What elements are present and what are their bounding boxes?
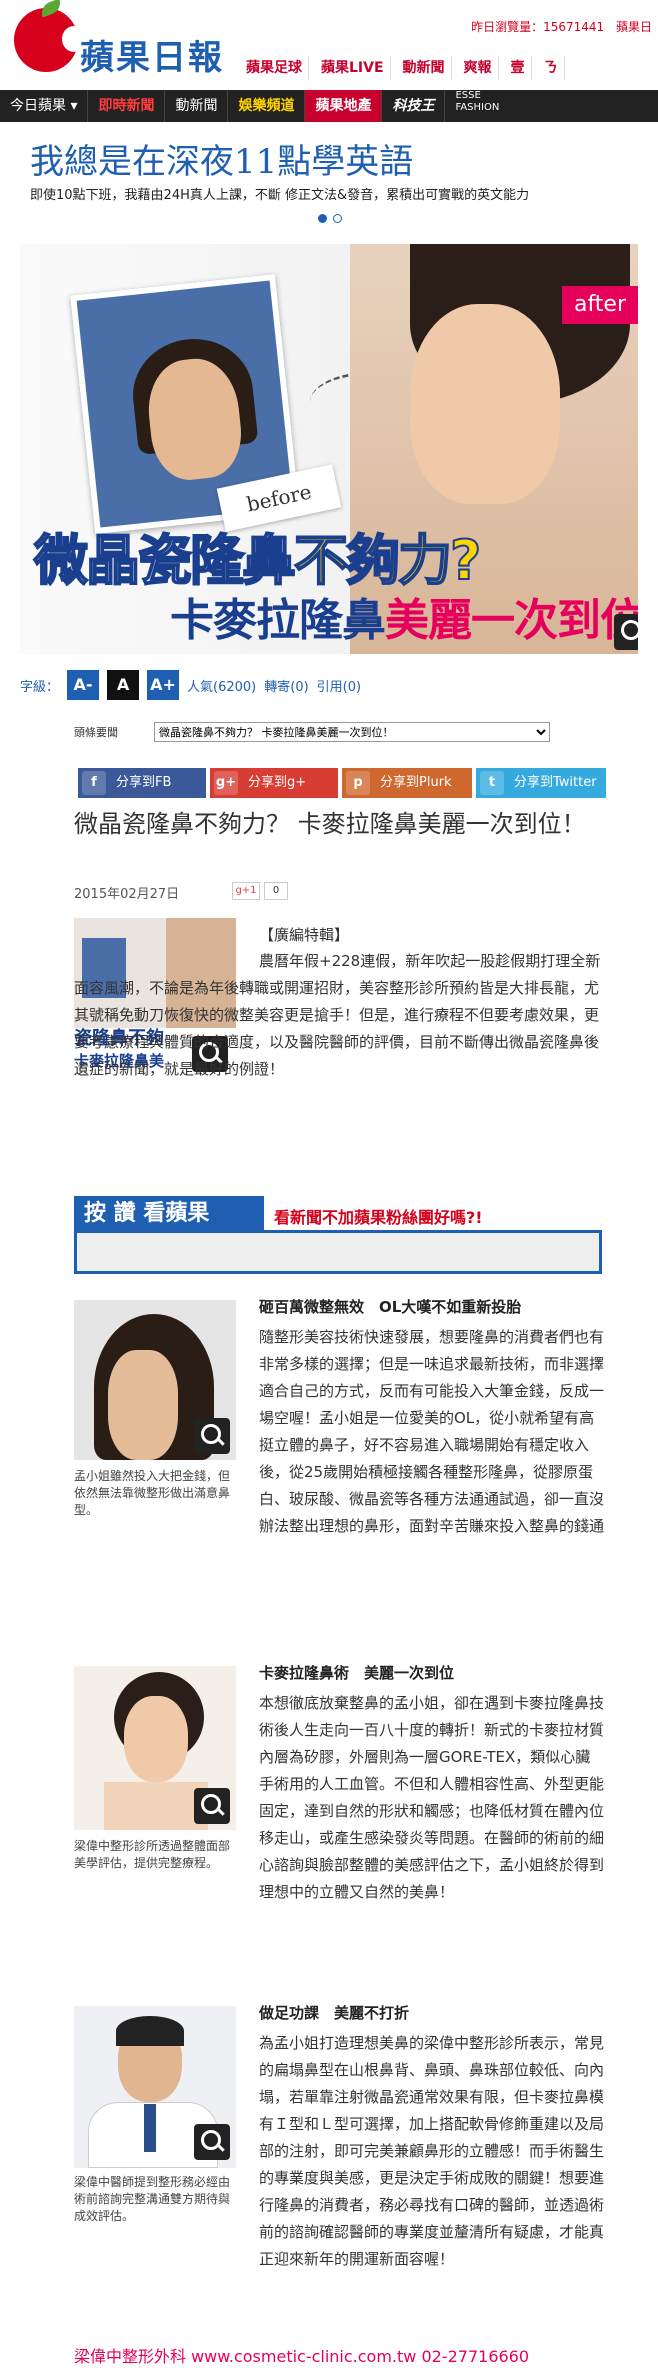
like-apple-text[interactable]: 看新聞不加蘋果粉絲團好嗎?!: [274, 1204, 483, 1228]
plurk-icon: p: [346, 771, 370, 795]
zoom-icon[interactable]: [194, 1418, 230, 1454]
photo-caption-1: 孟小姐雖然投入大把金錢，但依然無法靠微整形做出滿意鼻型。: [74, 1469, 231, 1517]
channel-live[interactable]: 蘋果LIVE: [315, 56, 391, 80]
nav-tech[interactable]: 科技王: [382, 90, 446, 122]
zoom-icon[interactable]: [614, 614, 638, 650]
nav-entertainment[interactable]: 娛樂頻道: [228, 90, 306, 122]
article-photo-2[interactable]: [74, 1300, 236, 1460]
channel-yi[interactable]: 壹: [505, 56, 532, 80]
article-paragraph-1: 農曆年假+228連假，新年吹起一股趁假期打理全新面容風潮，不論是為年後轉職或開運…: [74, 952, 601, 1078]
photo-caption-2: 梁偉中整形診所透過整體面部美學評估，提供完整療程。: [74, 1839, 231, 1870]
section-heading-3: 做足功課 美麗不打折: [259, 2004, 410, 2022]
photo-caption-3: 梁偉中醫師提到整形務必經由術前諮詢完整溝通雙方期待與成效評估。: [74, 2175, 231, 2223]
site-header: 蘋果日報 昨日瀏覽量：15671441 蘋果日 蘋果足球 蘋果LIVE 動新聞 …: [0, 0, 658, 86]
article-tag: 【廣編特輯】: [259, 926, 350, 944]
carousel-dot[interactable]: [333, 214, 342, 223]
font-normal-button[interactable]: A: [107, 670, 140, 700]
hero-headline-2: 卡麥拉隆鼻美麗一次到位: [170, 595, 638, 646]
facebook-like-box[interactable]: [74, 1230, 602, 1274]
nav-fashion[interactable]: ESSE FASHION: [445, 90, 499, 122]
font-large-button[interactable]: A+: [147, 670, 180, 700]
facebook-icon: f: [82, 771, 106, 795]
related-news-select[interactable]: 微晶瓷隆鼻不夠力？ 卡麥拉隆鼻美麗一次到位！: [154, 722, 550, 742]
popularity-count: 人氣(6200): [187, 679, 257, 695]
channel-football[interactable]: 蘋果足球: [240, 56, 309, 80]
clinic-footer[interactable]: 梁偉中整形外科 www.cosmetic-clinic.com.tw 02-27…: [74, 2343, 529, 2367]
top-links: 昨日瀏覽量：15671441 蘋果日: [463, 18, 652, 35]
citation-link[interactable]: 引用(0): [317, 676, 361, 695]
nav-realtime[interactable]: 即時新聞: [88, 90, 166, 122]
article-date: 2015年02月27日: [74, 887, 180, 902]
promo-banner[interactable]: 我總是在深夜11點學英語 即使10點下班，我藉由24H真人上課，不斷 修正文法&…: [0, 124, 658, 224]
channel-bar: 蘋果足球 蘋果LIVE 動新聞 爽報 壹 ㄋ: [240, 56, 658, 82]
related-news: 頭條要聞 微晶瓷隆鼻不夠力？ 卡麥拉隆鼻美麗一次到位！: [74, 720, 598, 744]
article-headline: 微晶瓷隆鼻不夠力？ 卡麥拉隆鼻美麗一次到位！: [74, 810, 586, 838]
gplus-icon: g+: [214, 771, 238, 795]
channel-animated-news[interactable]: 動新聞: [397, 56, 452, 80]
font-size-label: 字級：: [20, 679, 60, 695]
repost-link[interactable]: 轉寄(0): [264, 676, 308, 695]
article-photo-3[interactable]: [74, 1666, 236, 1830]
gplus-count: 0: [264, 882, 288, 900]
article-paragraph-2-cont: 隨整形美容技術快速發展，想要隆鼻的消費者們也有非常多樣的選擇；但是一味追求最新技…: [74, 1540, 604, 1622]
channel-shuang[interactable]: 爽報: [458, 56, 499, 80]
carousel-dot-active[interactable]: [318, 214, 327, 223]
share-bar: f 分享到FB g+ 分享到g+ p 分享到Plurk t 分享到Twitter: [78, 768, 606, 798]
model-face: [410, 304, 560, 504]
promo-subtitle: 即使10點下班，我藉由24H真人上課，不斷 修正文法&發音，累積出可實戰的英文能…: [30, 188, 530, 203]
zoom-icon[interactable]: [194, 1788, 230, 1824]
related-label: 頭條要聞: [74, 726, 118, 739]
after-label: after: [562, 286, 638, 324]
share-twitter-button[interactable]: t 分享到Twitter: [476, 768, 606, 798]
article-tools: 字級： A- A A+ 人氣(6200) 轉寄(0) 引用(0): [20, 668, 638, 702]
channel-extra[interactable]: ㄋ: [538, 56, 565, 80]
article-paragraph-4: 為孟小姐打造理想美鼻的梁偉中整形診所表示，常見的扁塌鼻型在山根鼻背、鼻頭、鼻珠部…: [259, 2034, 605, 2268]
nav-property[interactable]: 蘋果地產: [305, 90, 383, 122]
zoom-icon[interactable]: [194, 2124, 230, 2160]
carousel-dots: [318, 208, 348, 227]
article-paragraph-2: 隨整形美容技術快速發展，想要隆鼻的消費者們也有非常多樣的選擇；但是一味追求最新技…: [259, 1328, 604, 1535]
nav-today[interactable]: 今日蘋果 ▾: [0, 90, 89, 122]
section-heading-1: 砸百萬微整無效 OL大嘆不如重新投胎: [259, 1298, 522, 1316]
brand-logo-text[interactable]: 蘋果日報: [80, 30, 224, 79]
like-apple-heading: 按 讚 看蘋果: [74, 1196, 264, 1232]
hero-image[interactable]: before after 微晶瓷隆鼻不夠力? 卡麥拉隆鼻美麗一次到位: [20, 244, 638, 654]
article-paragraph-3: 本想徹底放棄整鼻的孟小姐，卻在遇到卡麥拉隆鼻技術後人生走向一百八十度的轉折！新式…: [259, 1694, 605, 1901]
promo-title[interactable]: 我總是在深夜11點學英語: [30, 134, 413, 183]
visit-count: 昨日瀏覽量：15671441: [471, 20, 605, 34]
share-plurk-button[interactable]: p 分享到Plurk: [342, 768, 472, 798]
main-nav: 今日蘋果 ▾ 即時新聞 動新聞 娛樂頻道 蘋果地產 科技王 ESSE FASHI…: [0, 90, 658, 122]
twitter-icon: t: [480, 771, 504, 795]
share-fb-button[interactable]: f 分享到FB: [78, 768, 206, 798]
share-gplus-button[interactable]: g+ 分享到g+: [210, 768, 338, 798]
section-heading-2: 卡麥拉隆鼻術 美麗一次到位: [259, 1664, 455, 1682]
font-small-button[interactable]: A-: [67, 670, 100, 700]
article-photo-4[interactable]: [74, 2006, 236, 2168]
facebook-like-bar[interactable]: 按 讚 看蘋果 看新聞不加蘋果粉絲團好嗎?!: [74, 1196, 602, 1232]
gplus-button[interactable]: g+1: [232, 882, 260, 900]
top-link-apple[interactable]: 蘋果日: [616, 20, 652, 34]
nav-animated[interactable]: 動新聞: [165, 90, 229, 122]
